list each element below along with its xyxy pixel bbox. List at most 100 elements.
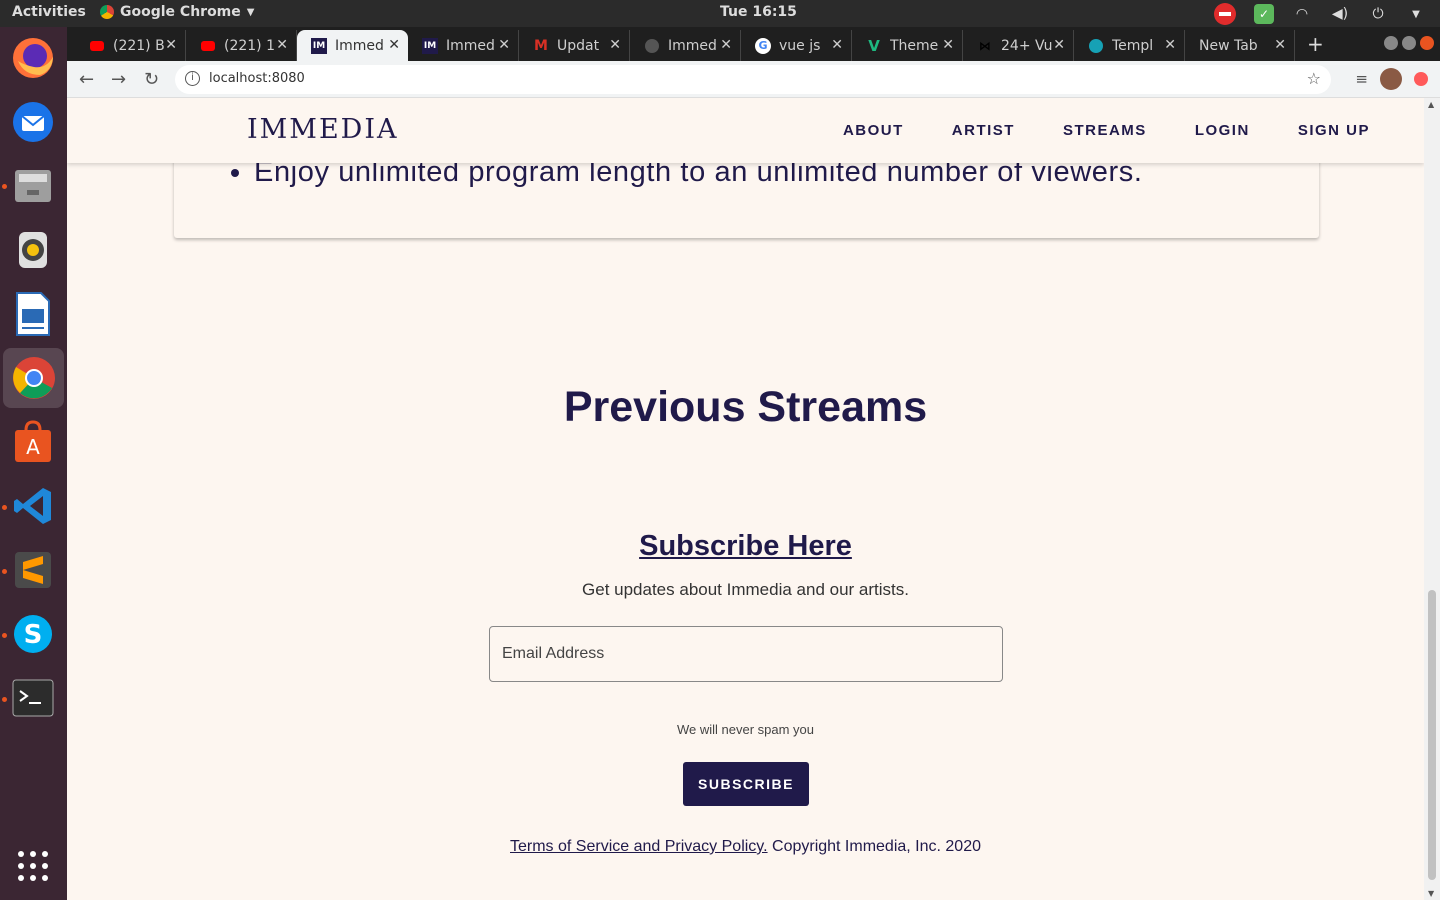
tab-title: (221) 1 (224, 37, 276, 54)
update-checkmark-icon[interactable]: ✓ (1254, 4, 1274, 24)
files-icon[interactable] (8, 161, 58, 211)
close-tab-icon[interactable]: ✕ (1274, 37, 1286, 53)
nav-streams[interactable]: STREAMS (1063, 122, 1147, 139)
tab-title: Theme (890, 37, 939, 54)
browser-tab[interactable]: G vue js ✕ (741, 30, 852, 61)
browser-tab[interactable]: M Updat ✕ (519, 30, 630, 61)
sublime-text-icon[interactable] (8, 545, 58, 595)
running-indicator (2, 633, 7, 638)
browser-tab[interactable]: Templ ✕ (1074, 30, 1185, 61)
gmail-icon: M (534, 37, 548, 54)
volume-icon[interactable]: ◀) (1330, 4, 1350, 24)
immedia-icon: IM (422, 37, 438, 54)
youtube-icon (89, 38, 105, 54)
back-icon[interactable]: ← (79, 69, 94, 90)
subscribe-heading-text: Subscribe Here (639, 530, 852, 562)
browser-tab[interactable]: ⋈ 24+ Vu ✕ (963, 30, 1074, 61)
tab-title: Updat (557, 37, 600, 54)
close-tab-icon[interactable]: ✕ (831, 37, 843, 53)
minimize-icon[interactable] (1384, 36, 1398, 50)
close-window-icon[interactable] (1420, 36, 1434, 50)
browser-toolbar: ← → ↻ i localhost:8080 ☆ ≡ (67, 61, 1440, 98)
running-indicator (2, 697, 7, 702)
browser-tab[interactable]: V Theme ✕ (852, 30, 963, 61)
nav-sign-up[interactable]: SIGN UP (1298, 122, 1370, 139)
media-controls-icon[interactable]: ≡ (1355, 70, 1368, 88)
page-viewport: Enjoy unlimited program length to an unl… (67, 98, 1424, 900)
close-tab-icon[interactable]: ✕ (276, 37, 288, 53)
site-nav: ABOUT ARTIST STREAMS LOGIN SIGN UP (843, 122, 1370, 139)
email-field[interactable] (489, 626, 1003, 682)
tab-title: Immed (446, 37, 495, 54)
libreoffice-writer-icon[interactable] (8, 289, 58, 339)
chrome-icon[interactable] (3, 348, 64, 408)
app-menu[interactable]: Google Chrome ▼ (100, 4, 254, 20)
nav-artist[interactable]: ARTIST (952, 122, 1015, 139)
site-logo[interactable]: IMMEDIA (247, 114, 398, 145)
software-center-icon[interactable]: A (8, 417, 58, 467)
scroll-up-arrow[interactable]: ▲ (1428, 100, 1434, 109)
new-tab-button[interactable]: + (1307, 32, 1324, 56)
chevron-down-icon[interactable]: ▼ (1406, 4, 1426, 24)
browser-tab[interactable]: (221) B ✕ (75, 30, 186, 61)
vuetify-icon: V (868, 36, 880, 55)
url-text[interactable]: localhost:8080 (209, 71, 305, 86)
show-apps-icon[interactable] (8, 841, 58, 891)
profile-avatar[interactable] (1380, 68, 1402, 90)
running-indicator (2, 184, 7, 189)
nav-login[interactable]: LOGIN (1195, 122, 1250, 139)
close-tab-icon[interactable]: ✕ (498, 37, 510, 53)
do-not-disturb-icon[interactable] (1214, 3, 1236, 25)
no-spam-note: We will never spam you (676, 722, 815, 737)
scroll-down-arrow[interactable]: ▼ (1428, 889, 1434, 898)
maximize-icon[interactable] (1402, 36, 1416, 50)
wifi-icon[interactable]: ◠ (1292, 4, 1312, 24)
close-tab-icon[interactable]: ✕ (720, 37, 732, 53)
power-icon[interactable]: ⏻ (1368, 4, 1388, 24)
close-tab-icon[interactable]: ✕ (1164, 37, 1176, 53)
footer: Terms of Service and Privacy Policy. Cop… (67, 838, 1424, 856)
youtube-icon (200, 38, 216, 54)
nav-about[interactable]: ABOUT (843, 122, 904, 139)
firefox-icon[interactable] (8, 33, 58, 83)
browser-tab[interactable]: (221) 1 ✕ (186, 30, 297, 61)
scrollbar-thumb[interactable] (1428, 590, 1436, 880)
rhythmbox-icon[interactable] (8, 225, 58, 275)
system-top-bar: Activities Google Chrome ▼ Tue 16:15 ✓ ◠… (0, 0, 1440, 27)
site-info-icon[interactable]: i (185, 71, 200, 86)
terms-link[interactable]: Terms of Service and Privacy Policy. (510, 838, 768, 855)
extension-icon[interactable] (1414, 72, 1428, 86)
google-icon: G (755, 37, 771, 54)
browser-tab[interactable]: Immed ✕ (630, 30, 741, 61)
activities-button[interactable]: Activities (12, 4, 86, 20)
running-indicator (2, 505, 7, 510)
bookmark-star-icon[interactable]: ☆ (1307, 69, 1321, 88)
vscode-icon[interactable] (8, 481, 58, 531)
terminal-icon[interactable] (8, 673, 58, 723)
forward-icon[interactable]: → (111, 69, 126, 90)
reload-icon[interactable]: ↻ (144, 69, 159, 90)
close-tab-icon[interactable]: ✕ (942, 37, 954, 53)
github-icon (644, 38, 660, 54)
address-bar[interactable]: i localhost:8080 ☆ (175, 65, 1331, 94)
tab-title: vue js (779, 37, 821, 54)
close-tab-icon[interactable]: ✕ (1053, 37, 1065, 53)
clock[interactable]: Tue 16:15 (720, 4, 797, 20)
running-indicator (2, 569, 7, 574)
skype-icon[interactable]: S (8, 609, 58, 659)
close-tab-icon[interactable]: ✕ (388, 37, 400, 53)
page-scrollbar[interactable]: ▲ ▼ (1424, 98, 1440, 900)
site-header: IMMEDIA ABOUT ARTIST STREAMS LOGIN SIGN … (67, 98, 1424, 163)
template-icon (1088, 38, 1104, 54)
browser-tab-active[interactable]: IM Immed ✕ (297, 30, 408, 61)
window-controls (1384, 36, 1434, 50)
browser-tab[interactable]: New Tab ✕ (1185, 30, 1295, 61)
close-tab-icon[interactable]: ✕ (609, 37, 621, 53)
browser-tab[interactable]: IM Immed ✕ (408, 30, 519, 61)
copyright-text: Copyright Immedia, Inc. 2020 (767, 838, 981, 855)
chrome-icon (100, 5, 114, 19)
previous-streams-heading: Previous Streams (563, 383, 928, 431)
thunderbird-icon[interactable] (8, 97, 58, 147)
subscribe-button[interactable]: SUBSCRIBE (683, 762, 809, 806)
close-tab-icon[interactable]: ✕ (165, 37, 177, 53)
